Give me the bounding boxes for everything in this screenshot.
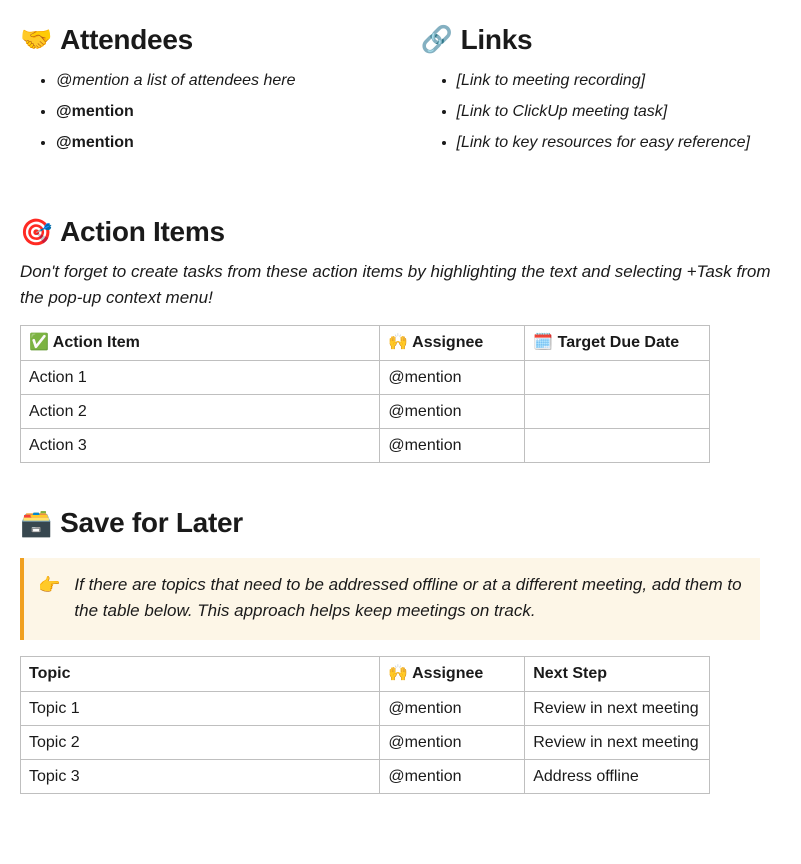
target-icon: 🎯 — [20, 214, 52, 252]
action-items-table: ✅ Action Item 🙌 Assignee 🗓️ Target Due D… — [20, 325, 710, 463]
file-box-icon: 🗃️ — [20, 505, 52, 543]
topic-cell[interactable]: Topic 3 — [21, 760, 380, 794]
links-list: [Link to meeting recording] [Link to Cli… — [421, 69, 782, 155]
table-row: Action 1 @mention — [21, 360, 710, 394]
table-header-row: ✅ Action Item 🙌 Assignee 🗓️ Target Due D… — [21, 326, 710, 360]
action-items-description: Don't forget to create tasks from these … — [20, 259, 781, 312]
callout-text: If there are topics that need to be addr… — [74, 572, 744, 625]
action-items-title: Action Items — [60, 212, 225, 253]
attendees-list: @mention a list of attendees here @menti… — [20, 69, 381, 155]
links-section: 🔗 Links [Link to meeting recording] [Lin… — [421, 20, 782, 162]
save-for-later-table: Topic 🙌 Assignee Next Step Topic 1 @ment… — [20, 656, 710, 794]
assignee-header: 🙌 Assignee — [380, 657, 525, 691]
list-item[interactable]: [Link to ClickUp meeting task] — [457, 100, 782, 123]
table-row: Action 3 @mention — [21, 429, 710, 463]
due-cell[interactable] — [525, 429, 710, 463]
list-item[interactable]: @mention — [56, 100, 381, 123]
handshake-icon: 🤝 — [20, 21, 52, 59]
topic-cell[interactable]: Topic 2 — [21, 725, 380, 759]
assignee-cell[interactable]: @mention — [380, 760, 525, 794]
next-step-cell[interactable]: Address offline — [525, 760, 710, 794]
assignee-header: 🙌 Assignee — [380, 326, 525, 360]
list-item[interactable]: [Link to key resources for easy referenc… — [457, 131, 782, 154]
next-step-header: Next Step — [525, 657, 710, 691]
due-cell[interactable] — [525, 394, 710, 428]
links-title: Links — [461, 20, 533, 61]
table-row: Action 2 @mention — [21, 394, 710, 428]
assignee-cell[interactable]: @mention — [380, 429, 525, 463]
save-for-later-section: 🗃️ Save for Later 👉 If there are topics … — [20, 503, 781, 794]
attendees-section: 🤝 Attendees @mention a list of attendees… — [20, 20, 381, 162]
attendees-heading: 🤝 Attendees — [20, 20, 381, 61]
callout-box: 👉 If there are topics that need to be ad… — [20, 558, 760, 641]
assignee-cell[interactable]: @mention — [380, 691, 525, 725]
action-cell[interactable]: Action 1 — [21, 360, 380, 394]
assignee-cell[interactable]: @mention — [380, 360, 525, 394]
due-cell[interactable] — [525, 360, 710, 394]
action-cell[interactable]: Action 2 — [21, 394, 380, 428]
links-heading: 🔗 Links — [421, 20, 782, 61]
action-items-heading: 🎯 Action Items — [20, 212, 781, 253]
table-row: Topic 2 @mention Review in next meeting — [21, 725, 710, 759]
table-row: Topic 3 @mention Address offline — [21, 760, 710, 794]
link-icon: 🔗 — [421, 21, 453, 59]
attendees-title: Attendees — [60, 20, 193, 61]
table-header-row: Topic 🙌 Assignee Next Step — [21, 657, 710, 691]
assignee-cell[interactable]: @mention — [380, 394, 525, 428]
due-date-header: 🗓️ Target Due Date — [525, 326, 710, 360]
assignee-cell[interactable]: @mention — [380, 725, 525, 759]
save-for-later-title: Save for Later — [60, 503, 243, 544]
next-step-cell[interactable]: Review in next meeting — [525, 725, 710, 759]
action-items-section: 🎯 Action Items Don't forget to create ta… — [20, 212, 781, 463]
action-cell[interactable]: Action 3 — [21, 429, 380, 463]
list-item[interactable]: @mention a list of attendees here — [56, 69, 381, 92]
action-item-header: ✅ Action Item — [21, 326, 380, 360]
save-for-later-heading: 🗃️ Save for Later — [20, 503, 781, 544]
list-item[interactable]: @mention — [56, 131, 381, 154]
list-item[interactable]: [Link to meeting recording] — [457, 69, 782, 92]
next-step-cell[interactable]: Review in next meeting — [525, 691, 710, 725]
table-row: Topic 1 @mention Review in next meeting — [21, 691, 710, 725]
topic-cell[interactable]: Topic 1 — [21, 691, 380, 725]
topic-header: Topic — [21, 657, 380, 691]
pointing-right-icon: 👉 — [38, 572, 60, 599]
